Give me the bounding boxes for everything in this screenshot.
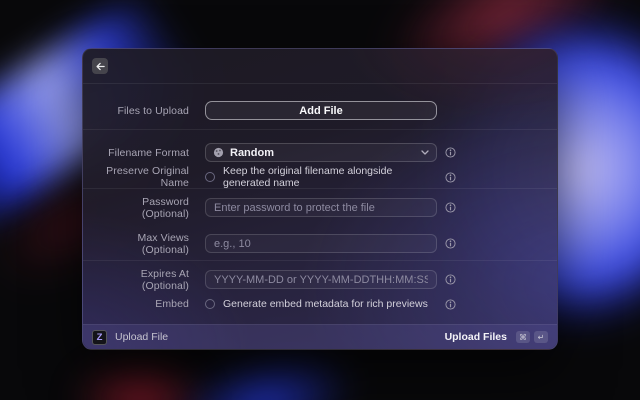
dropdown-selected-value: Random xyxy=(230,147,415,159)
back-button[interactable] xyxy=(92,58,108,74)
divider xyxy=(83,260,557,261)
row-password: Password (Optional) xyxy=(93,198,549,217)
command-key-badge: ⌘ xyxy=(516,331,530,343)
embed-checkbox-group: Generate embed metadata for rich preview… xyxy=(205,298,437,310)
preserve-checkbox[interactable] xyxy=(205,172,215,182)
app-logo: Z xyxy=(92,330,107,345)
field-label: Filename Format xyxy=(93,147,189,159)
divider xyxy=(83,129,557,130)
info-icon[interactable] xyxy=(445,202,456,213)
field-label: Embed xyxy=(93,298,189,310)
info-icon[interactable] xyxy=(445,274,456,285)
field-label: Preserve Original Name xyxy=(93,165,189,189)
dialog-footer: Z Upload File Upload Files ⌘ ↵ xyxy=(83,324,557,349)
upload-file-dialog: Files to Upload Add File Filename Format… xyxy=(82,48,558,350)
divider xyxy=(83,188,557,189)
password-input[interactable] xyxy=(205,198,437,217)
info-icon[interactable] xyxy=(445,147,456,158)
chevron-down-icon xyxy=(421,150,429,155)
row-expires-at: Expires At (Optional) xyxy=(93,270,549,289)
embed-checkbox[interactable] xyxy=(205,299,215,309)
checkbox-label: Generate embed metadata for rich preview… xyxy=(223,298,428,310)
preserve-checkbox-group: Keep the original filename alongside gen… xyxy=(205,165,437,189)
checkbox-label: Keep the original filename alongside gen… xyxy=(223,165,437,189)
expires-at-input[interactable] xyxy=(205,270,437,289)
row-max-views: Max Views (Optional) xyxy=(93,234,549,253)
field-label: Password (Optional) xyxy=(93,196,189,220)
upload-files-button[interactable]: Upload Files ⌘ ↵ xyxy=(445,331,548,343)
upload-files-label: Upload Files xyxy=(445,331,507,343)
desktop-background: Files to Upload Add File Filename Format… xyxy=(0,0,640,400)
field-label: Max Views (Optional) xyxy=(93,232,189,256)
info-icon[interactable] xyxy=(445,299,456,310)
field-label: Expires At (Optional) xyxy=(93,268,189,292)
add-file-button[interactable]: Add File xyxy=(205,101,437,120)
dice-icon xyxy=(213,147,224,158)
dialog-header xyxy=(83,49,557,84)
max-views-input[interactable] xyxy=(205,234,437,253)
enter-key-badge: ↵ xyxy=(534,331,548,343)
row-embed: Embed Generate embed metadata for rich p… xyxy=(93,295,549,313)
row-preserve-original-name: Preserve Original Name Keep the original… xyxy=(93,168,549,186)
background-blob-red xyxy=(55,350,225,400)
filename-format-dropdown[interactable]: Random xyxy=(205,143,437,162)
arrow-left-icon xyxy=(96,62,105,71)
footer-command-title: Upload File xyxy=(115,331,168,343)
info-icon[interactable] xyxy=(445,172,456,183)
field-label: Files to Upload xyxy=(93,105,189,117)
info-icon[interactable] xyxy=(445,238,456,249)
row-files-to-upload: Files to Upload Add File xyxy=(93,101,549,120)
row-filename-format: Filename Format Random xyxy=(93,143,549,162)
